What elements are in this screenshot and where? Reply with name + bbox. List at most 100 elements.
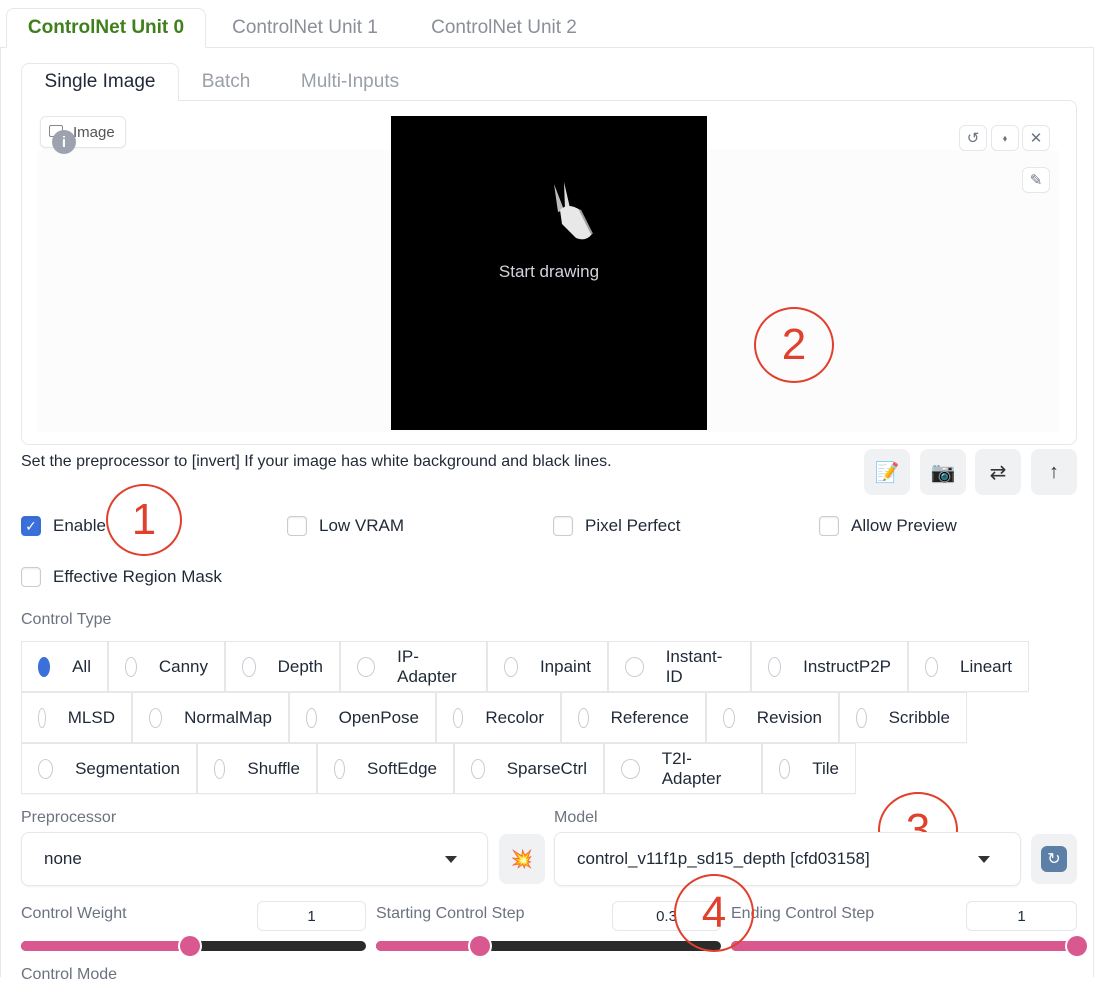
- low-vram-label: Low VRAM: [319, 516, 405, 535]
- model-dropdown[interactable]: control_v11f1p_sd15_depth [cfd03158]: [554, 832, 1021, 886]
- swap-icon[interactable]: ⇄: [975, 449, 1021, 495]
- radio-label: Shuffle: [247, 758, 300, 778]
- tab-batch[interactable]: Batch: [180, 63, 272, 101]
- radio-dot: [504, 656, 518, 677]
- explode-icon[interactable]: 💥: [499, 834, 545, 884]
- enable-checkbox[interactable]: ✓ Enable: [21, 516, 106, 536]
- control-weight-label: Control Weight: [21, 905, 127, 922]
- radio-label: Lineart: [960, 656, 1012, 676]
- model-label: Model: [554, 809, 598, 826]
- pixel-perfect-label: Pixel Perfect: [585, 516, 681, 535]
- radio-label: T2I-Adapter: [661, 748, 722, 788]
- ending-control-step-input[interactable]: 1: [966, 901, 1077, 931]
- preprocessor-value: none: [44, 849, 82, 868]
- radio-dot: [38, 656, 51, 677]
- radio-ip-adapter[interactable]: IP-Adapter: [340, 641, 487, 692]
- slider-fill: [731, 941, 1077, 951]
- radio-tile[interactable]: Tile: [762, 743, 856, 794]
- radio-label: Tile: [812, 758, 839, 778]
- allow-preview-checkbox[interactable]: Allow Preview: [819, 516, 957, 536]
- radio-dot: [242, 656, 256, 677]
- tab-controlnet-unit-1[interactable]: ControlNet Unit 1: [206, 8, 404, 48]
- starting-control-step-slider[interactable]: [376, 936, 721, 956]
- tab-single-image[interactable]: Single Image: [21, 63, 179, 101]
- checkbox-box: [21, 567, 41, 587]
- radio-t2i-adapter[interactable]: T2I-Adapter: [604, 743, 762, 794]
- radio-label: Instant-ID: [665, 646, 723, 686]
- undo-icon[interactable]: ↺: [959, 125, 987, 151]
- radio-label: Canny: [158, 656, 208, 676]
- radio-scribble[interactable]: Scribble: [839, 692, 967, 743]
- upload-icon[interactable]: ↑: [1031, 449, 1077, 495]
- radio-dot: [621, 758, 640, 779]
- radio-depth[interactable]: Depth: [225, 641, 340, 692]
- preprocessor-dropdown[interactable]: none: [21, 832, 488, 886]
- check-icon: ✓: [21, 516, 41, 536]
- radio-dot: [125, 656, 137, 677]
- tab-controlnet-unit-2[interactable]: ControlNet Unit 2: [404, 8, 604, 48]
- radio-label: NormalMap: [184, 707, 272, 727]
- control-weight-slider[interactable]: [21, 936, 366, 956]
- control-weight-input[interactable]: 1: [257, 901, 366, 931]
- tab-controlnet-unit-0[interactable]: ControlNet Unit 0: [6, 8, 206, 48]
- effective-region-mask-checkbox[interactable]: Effective Region Mask: [21, 567, 222, 587]
- eraser-icon[interactable]: ⬪: [991, 125, 1019, 151]
- radio-label: Segmentation: [75, 758, 180, 778]
- radio-dot: [357, 656, 376, 677]
- annotation-1: 1: [106, 484, 182, 556]
- radio-label: InstructP2P: [803, 656, 891, 676]
- radio-label: Reference: [610, 707, 689, 727]
- radio-reference[interactable]: Reference: [561, 692, 706, 743]
- radio-label: MLSD: [67, 707, 115, 727]
- info-icon[interactable]: i: [52, 130, 76, 154]
- radio-softedge[interactable]: SoftEdge: [317, 743, 454, 794]
- preprocessor-hint: Set the preprocessor to [invert] If your…: [21, 453, 612, 470]
- radio-dot: [471, 758, 485, 779]
- radio-dot: [925, 656, 939, 677]
- slider-thumb[interactable]: [180, 936, 200, 956]
- refresh-icon[interactable]: ↻: [1031, 834, 1077, 884]
- radio-all[interactable]: All: [21, 641, 108, 692]
- refresh-glyph: ↻: [1041, 846, 1067, 872]
- effective-region-mask-label: Effective Region Mask: [53, 567, 222, 586]
- camera-icon[interactable]: 📷: [920, 449, 966, 495]
- radio-sparsectrl[interactable]: SparseCtrl: [454, 743, 604, 794]
- radio-label: Depth: [277, 656, 323, 676]
- radio-mlsd[interactable]: MLSD: [21, 692, 132, 743]
- radio-dot: [306, 707, 317, 728]
- radio-canny[interactable]: Canny: [108, 641, 225, 692]
- radio-instant-id[interactable]: Instant-ID: [608, 641, 751, 692]
- radio-segmentation[interactable]: Segmentation: [21, 743, 197, 794]
- radio-normalmap[interactable]: NormalMap: [132, 692, 289, 743]
- tab-multi-inputs[interactable]: Multi-Inputs: [272, 63, 428, 101]
- radio-label: Revision: [756, 707, 822, 727]
- allow-preview-label: Allow Preview: [851, 516, 957, 535]
- ending-control-step-slider[interactable]: [731, 936, 1087, 956]
- radio-label: Recolor: [485, 707, 544, 727]
- radio-recolor[interactable]: Recolor: [436, 692, 561, 743]
- image-label-text: Image: [73, 123, 115, 141]
- pixel-perfect-checkbox[interactable]: Pixel Perfect: [553, 516, 680, 536]
- chevron-down-icon: [445, 856, 457, 863]
- checkbox-box: [553, 516, 573, 536]
- radio-instructp2p[interactable]: InstructP2P: [751, 641, 908, 692]
- edit-icon[interactable]: 📝: [864, 449, 910, 495]
- close-icon[interactable]: ✕: [1022, 125, 1050, 151]
- radio-dot: [768, 656, 782, 677]
- radio-revision[interactable]: Revision: [706, 692, 839, 743]
- radio-row: All Canny Depth IP-Adapter Inpaint Insta…: [21, 641, 1041, 692]
- radio-inpaint[interactable]: Inpaint: [487, 641, 608, 692]
- radio-label: Inpaint: [539, 656, 591, 676]
- radio-shuffle[interactable]: Shuffle: [197, 743, 317, 794]
- brush-icon[interactable]: ✎: [1022, 167, 1050, 193]
- radio-dot: [856, 707, 867, 728]
- slider-thumb[interactable]: [1067, 936, 1087, 956]
- slider-thumb[interactable]: [470, 936, 490, 956]
- low-vram-checkbox[interactable]: Low VRAM: [287, 516, 404, 536]
- radio-lineart[interactable]: Lineart: [908, 641, 1029, 692]
- control-type-label: Control Type: [21, 611, 112, 628]
- radio-dot: [38, 758, 54, 779]
- radio-row: MLSD NormalMap OpenPose Recolor Referenc…: [21, 692, 1041, 743]
- radio-openpose[interactable]: OpenPose: [289, 692, 436, 743]
- control-mode-label: Control Mode: [21, 966, 118, 983]
